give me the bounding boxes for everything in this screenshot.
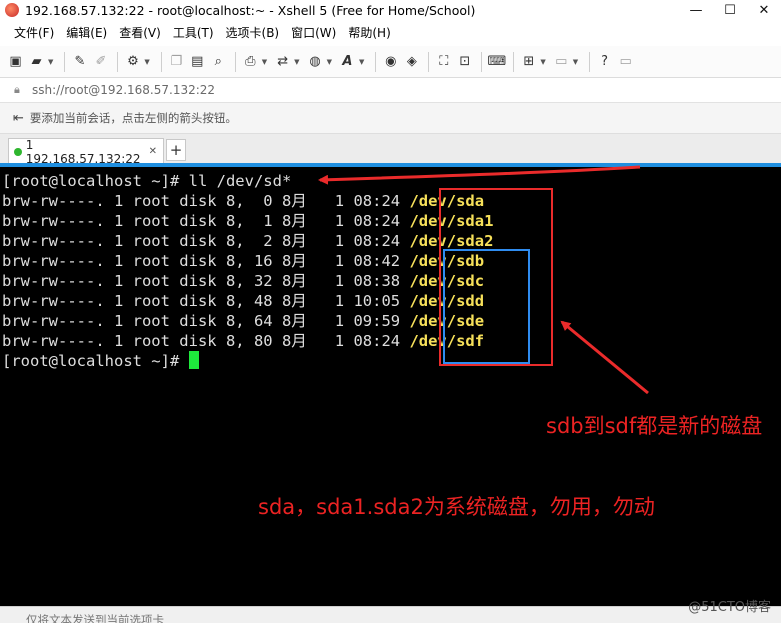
status-bar: 仅将文本发送到当前选项卡: [0, 606, 781, 623]
open-folder-icon[interactable]: ▰: [27, 51, 46, 73]
title-bar: 192.168.57.132:22 - root@localhost:~ - X…: [0, 0, 781, 20]
chevron-down-icon[interactable]: ▼: [294, 58, 299, 66]
add-icon[interactable]: ⊞: [519, 51, 538, 73]
transfer-icon[interactable]: ⇄: [273, 51, 292, 73]
menu-help[interactable]: 帮助(H): [342, 20, 396, 46]
toolbar-divider: [375, 51, 377, 72]
close-button[interactable]: ✕: [747, 0, 781, 20]
keyboard-icon[interactable]: ⌨: [487, 51, 506, 73]
tab-label: 1 192.168.57.132:22: [25, 137, 141, 166]
terminal-row: brw-rw----. 1 root disk 8, 2 8月 1 08:24 …: [2, 231, 493, 251]
chevron-down-icon[interactable]: ▼: [262, 58, 267, 66]
pin-arrow-icon[interactable]: ⇤: [13, 111, 24, 126]
close-tab-button[interactable]: ✕: [149, 146, 157, 157]
menu-tabs[interactable]: 选项卡(B): [220, 20, 286, 46]
properties-icon[interactable]: ⚙: [123, 51, 142, 73]
xshell-icon[interactable]: ◉: [381, 51, 400, 73]
copy-icon[interactable]: ❐: [167, 51, 186, 73]
window-title: 192.168.57.132:22 - root@localhost:~ - X…: [25, 2, 476, 18]
prompt-text: [root@localhost ~]#: [2, 352, 189, 370]
maximize-button[interactable]: ☐: [713, 0, 747, 20]
menu-bar: 文件(F) 编辑(E) 查看(V) 工具(T) 选项卡(B) 窗口(W) 帮助(…: [0, 20, 781, 46]
find-icon[interactable]: ⌕: [209, 51, 228, 73]
menu-tools[interactable]: 工具(T): [167, 20, 220, 46]
terminal-row: brw-rw----. 1 root disk 8, 64 8月 1 09:59…: [2, 311, 484, 331]
chevron-down-icon[interactable]: ▼: [359, 58, 364, 66]
add-tab-button[interactable]: +: [166, 139, 186, 161]
print-icon[interactable]: ⎙: [241, 51, 260, 73]
xshell-logo-icon: [5, 3, 19, 17]
menu-window[interactable]: 窗口(W): [285, 20, 342, 46]
xftp-icon[interactable]: ◈: [402, 51, 421, 73]
pen-icon[interactable]: ✐: [91, 51, 110, 73]
toolbar-divider: [117, 51, 119, 72]
lock-icon[interactable]: ⊡: [455, 51, 474, 73]
toolbar-divider: [234, 51, 236, 72]
tab-session-1[interactable]: 1 192.168.57.132:22 ✕: [8, 137, 164, 166]
row-details: brw-rw----. 1 root disk 8, 64 8月 1 09:59: [2, 312, 410, 330]
help-icon[interactable]: ?: [595, 51, 614, 73]
address-text[interactable]: ssh://root@192.168.57.132:22: [32, 83, 215, 97]
system-disks-annotation: sda，sda1.sda2为系统磁盘，勿用，勿动: [258, 495, 655, 519]
new-disks-highlight-box: [443, 249, 530, 364]
terminal-row: brw-rw----. 1 root disk 8, 0 8月 1 08:24 …: [2, 191, 484, 211]
terminal-row: brw-rw----. 1 root disk 8, 16 8月 1 08:42…: [2, 251, 484, 271]
window-controls: — ☐ ✕: [679, 0, 781, 20]
lock-icon: 🔒︎: [14, 83, 20, 96]
hint-bar: ⇤ 要添加当前会话，点击左侧的箭头按钮。: [0, 103, 781, 134]
toolbar-divider: [513, 51, 515, 72]
row-details: brw-rw----. 1 root disk 8, 48 8月 1 10:05: [2, 292, 410, 310]
minimize-button[interactable]: —: [679, 0, 713, 20]
terminal-row: brw-rw----. 1 root disk 8, 80 8月 1 08:24…: [2, 331, 484, 351]
chevron-down-icon[interactable]: ▼: [144, 58, 149, 66]
menu-edit[interactable]: 编辑(E): [60, 20, 113, 46]
terminal-cursor: [188, 351, 199, 369]
paste-icon[interactable]: ▤: [188, 51, 207, 73]
layout-icon[interactable]: ▭: [552, 51, 571, 73]
terminal-row: brw-rw----. 1 root disk 8, 32 8月 1 08:38…: [2, 271, 484, 291]
new-disks-annotation: sdb到sdf都是新的磁盘: [546, 414, 763, 438]
terminal-row: brw-rw----. 1 root disk 8, 48 8月 1 10:05…: [2, 291, 484, 311]
chevron-down-icon[interactable]: ▼: [327, 58, 332, 66]
menu-file[interactable]: 文件(F): [8, 20, 60, 46]
row-details: brw-rw----. 1 root disk 8, 1 8月 1 08:24: [2, 212, 410, 230]
toolbar-divider: [160, 51, 162, 72]
terminal-prompt-line: [root@localhost ~]#: [2, 351, 199, 371]
chat-icon[interactable]: ▭: [616, 51, 635, 73]
row-details: brw-rw----. 1 root disk 8, 80 8月 1 08:24: [2, 332, 410, 350]
terminal-row: brw-rw----. 1 root disk 8, 1 8月 1 08:24 …: [2, 211, 493, 231]
address-bar: 🔒︎ ssh://root@192.168.57.132:22: [0, 78, 781, 103]
tab-bar: 1 192.168.57.132:22 ✕ +: [0, 134, 781, 166]
toolbar-divider: [589, 51, 591, 72]
new-session-icon[interactable]: ▣: [6, 51, 25, 73]
globe-icon[interactable]: ◍: [306, 51, 325, 73]
toolbar-divider: [428, 51, 430, 72]
row-details: brw-rw----. 1 root disk 8, 32 8月 1 08:38: [2, 272, 410, 290]
fullscreen-icon[interactable]: ⛶: [434, 51, 453, 73]
chevron-down-icon[interactable]: ▼: [573, 58, 578, 66]
row-details: brw-rw----. 1 root disk 8, 16 8月 1 08:42: [2, 252, 410, 270]
toolbar-divider: [481, 51, 483, 72]
menu-view[interactable]: 查看(V): [113, 20, 167, 46]
hint-text: 要添加当前会话，点击左侧的箭头按钮。: [29, 111, 237, 125]
brush-icon[interactable]: ✎: [70, 51, 89, 73]
toolbar-divider: [64, 51, 66, 72]
row-details: brw-rw----. 1 root disk 8, 0 8月 1 08:24: [2, 192, 410, 210]
toolbar: ▣ ▰ ▼ ✎ ✐ ⚙ ▼ ❐ ▤ ⌕ ⎙ ▼ ⇄ ▼ ◍ ▼ A ▼ ◉ ◈ …: [0, 46, 781, 78]
chevron-down-icon[interactable]: ▼: [540, 58, 545, 66]
terminal-command-line: [root@localhost ~]# ll /dev/sd*: [2, 172, 292, 190]
connected-status-icon: [14, 147, 22, 156]
chevron-down-icon[interactable]: ▼: [48, 58, 53, 66]
font-icon[interactable]: A: [338, 51, 357, 73]
terminal-area[interactable]: [root@localhost ~]# ll /dev/sd* brw-rw--…: [0, 167, 781, 606]
status-text: 仅将文本发送到当前选项卡: [26, 613, 164, 623]
watermark: @51CTO博客: [688, 600, 771, 615]
row-details: brw-rw----. 1 root disk 8, 2 8月 1 08:24: [2, 232, 410, 250]
